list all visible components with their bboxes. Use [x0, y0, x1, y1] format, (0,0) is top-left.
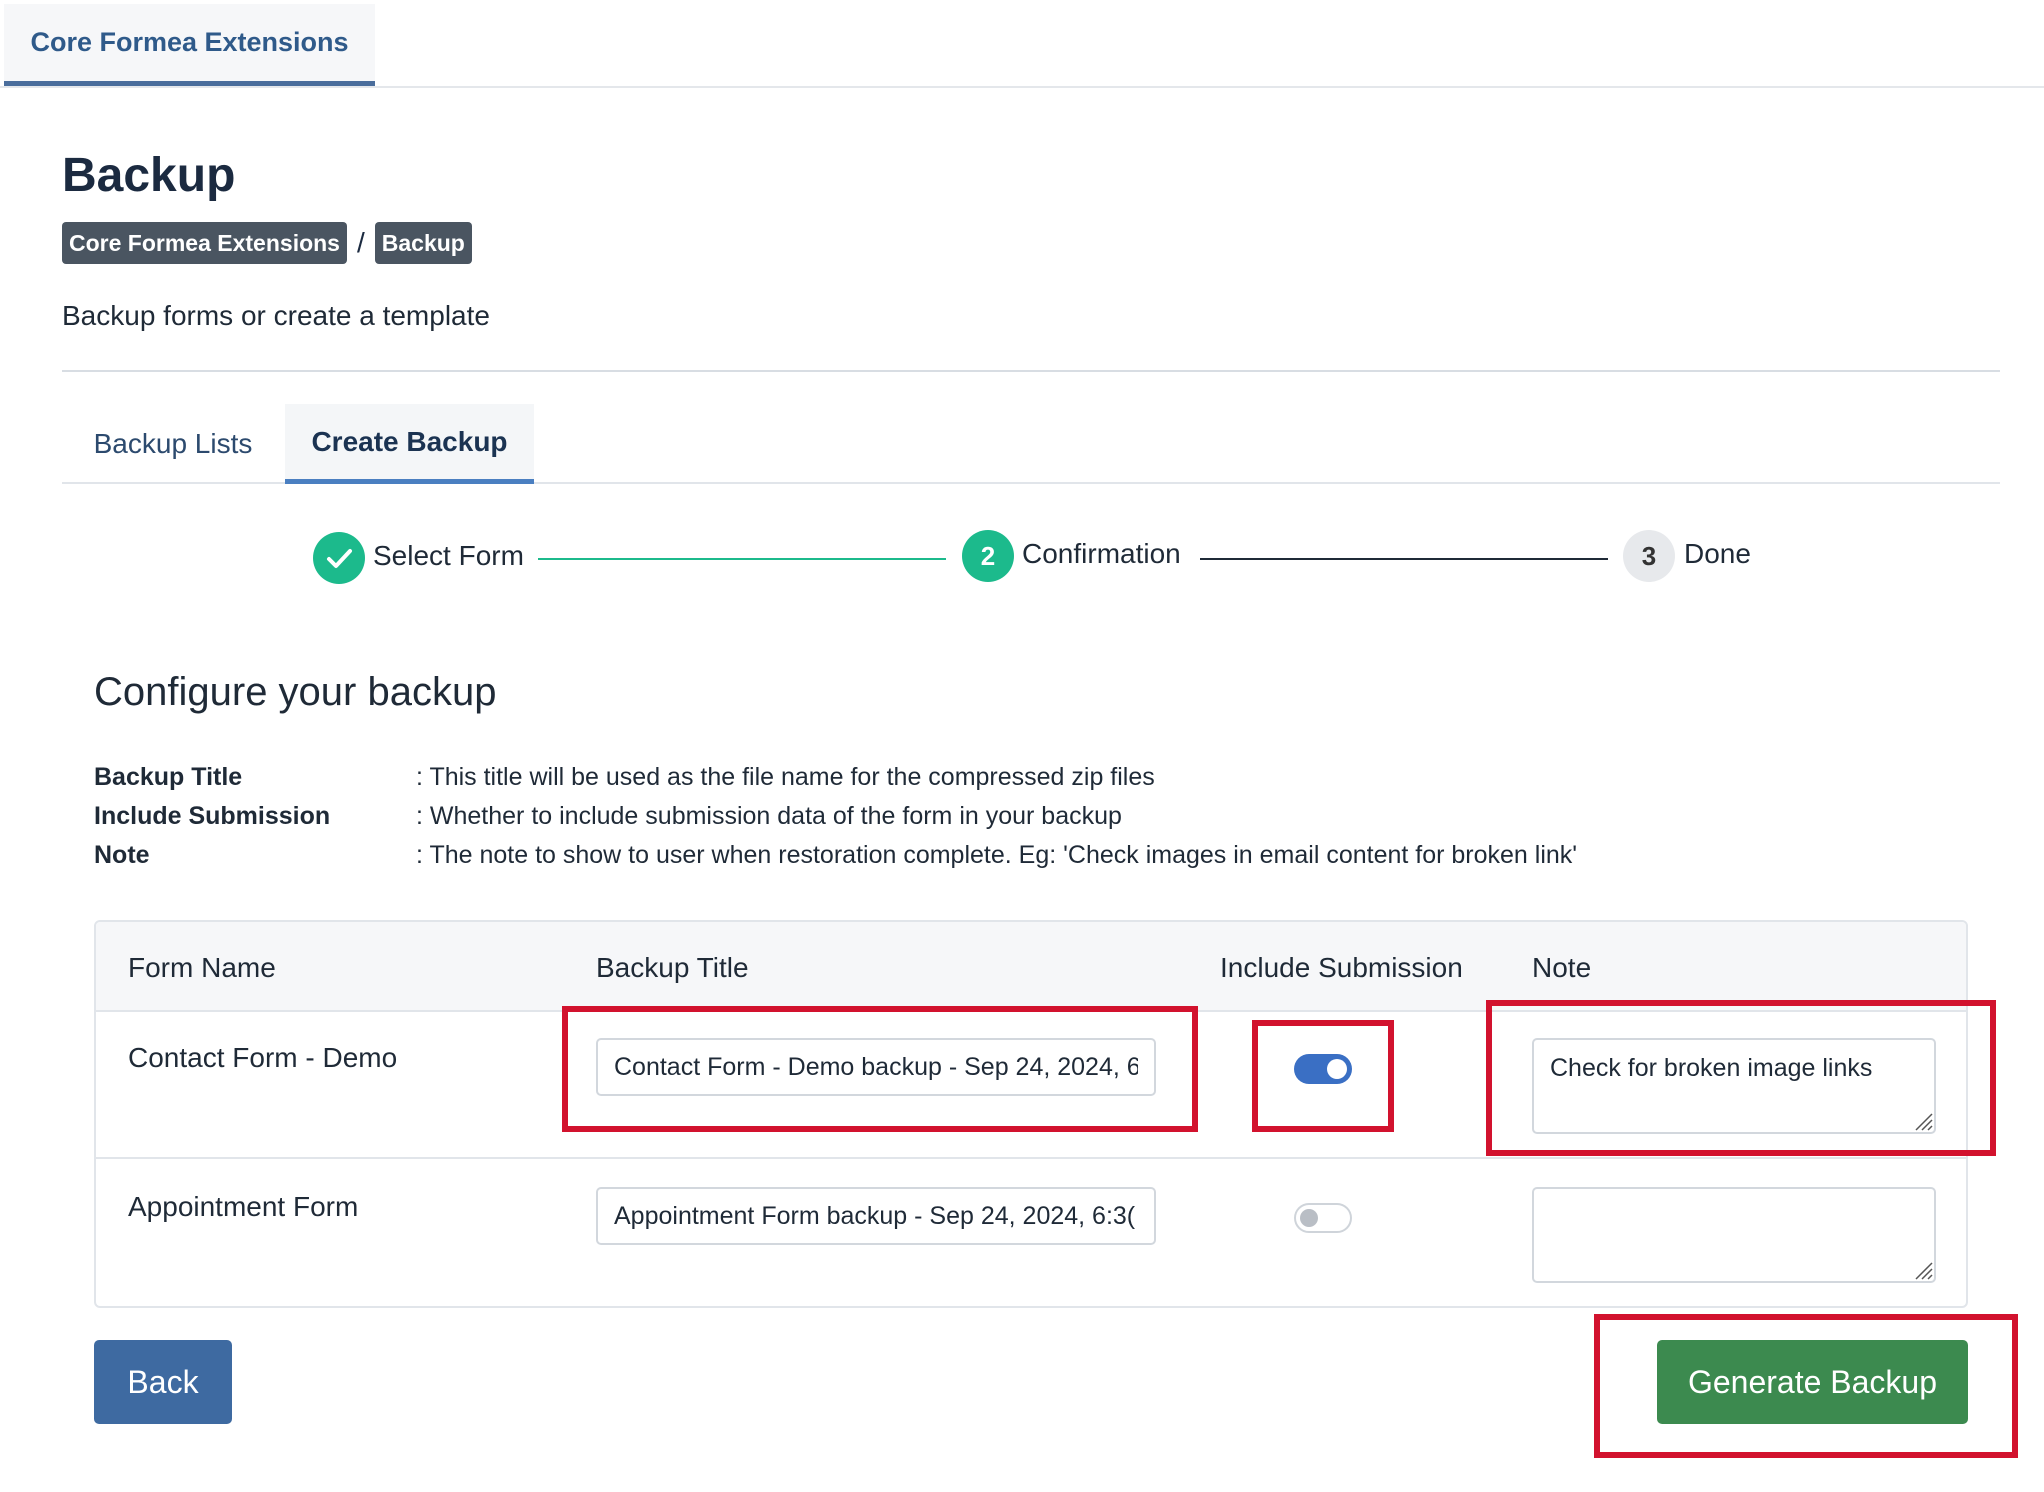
page-title: Backup — [62, 149, 236, 202]
column-header-include-submission: Include Submission — [1220, 952, 1463, 983]
section-title: Configure your backup — [94, 670, 497, 714]
table-row: Appointment Form — [96, 1161, 1966, 1306]
form-name: Contact Form - Demo — [128, 1042, 398, 1073]
info-row: Include Submission : Whether to include … — [94, 797, 1577, 836]
info-row: Backup Title : This title will be used a… — [94, 758, 1577, 797]
breadcrumb-core-formea-extensions[interactable]: Core Formea Extensions — [62, 222, 347, 264]
info-value: : The note to show to user when restorat… — [416, 841, 1578, 869]
table-header: Form Name Backup Title Include Submissio… — [96, 922, 1966, 1012]
breadcrumb-backup[interactable]: Backup — [374, 222, 472, 264]
step-connector-2 — [1200, 558, 1608, 560]
info-list: Backup Title : This title will be used a… — [94, 758, 1577, 875]
step-3-number: 3 — [1623, 530, 1675, 582]
resize-grip-icon[interactable] — [1911, 1258, 1933, 1280]
top-tab-core-formea-extensions[interactable]: Core Formea Extensions — [4, 4, 375, 86]
column-header-note: Note — [1532, 952, 1592, 983]
column-header-form-name: Form Name — [128, 952, 276, 983]
backup-title-input[interactable] — [596, 1187, 1156, 1245]
highlight-backup-title — [562, 1006, 1198, 1132]
tab-backup-lists[interactable]: Backup Lists — [62, 404, 284, 484]
breadcrumb-separator: / — [356, 227, 365, 258]
info-value: : Whether to include submission data of … — [416, 802, 1122, 830]
highlight-note — [1486, 1000, 1996, 1156]
step-1-label: Select Form — [373, 540, 524, 571]
divider — [62, 370, 2000, 372]
step-2-number: 2 — [962, 530, 1014, 582]
page-subtitle: Backup forms or create a template — [62, 300, 490, 331]
info-value: : This title will be used as the file na… — [416, 763, 1155, 791]
column-header-backup-title: Backup Title — [596, 952, 749, 983]
include-submission-toggle[interactable] — [1294, 1203, 1352, 1233]
top-tab-bar: Core Formea Extensions — [0, 0, 2044, 88]
step-1-completed — [313, 532, 365, 584]
note-textarea[interactable] — [1532, 1187, 1936, 1283]
info-key: Backup Title — [94, 763, 243, 791]
form-name: Appointment Form — [128, 1191, 359, 1222]
info-key: Include Submission — [94, 802, 331, 830]
step-connector-1 — [538, 558, 946, 560]
info-key: Note — [94, 841, 150, 869]
highlight-include-submission — [1252, 1020, 1394, 1132]
stepper: Select Form 2 Confirmation 3 Done — [0, 528, 2044, 588]
check-icon — [327, 549, 352, 568]
info-row: Note : The note to show to user when res… — [94, 836, 1577, 875]
step-2-label: Confirmation — [1022, 538, 1181, 569]
generate-backup-button[interactable]: Generate Backup — [1657, 1340, 1968, 1424]
step-3-label: Done — [1684, 538, 1751, 569]
tab-bar: Backup Lists Create Backup — [62, 404, 2000, 484]
breadcrumb: Core Formea Extensions / Backup — [62, 222, 472, 264]
back-button[interactable]: Back — [94, 1340, 232, 1424]
tab-create-backup[interactable]: Create Backup — [285, 404, 534, 484]
